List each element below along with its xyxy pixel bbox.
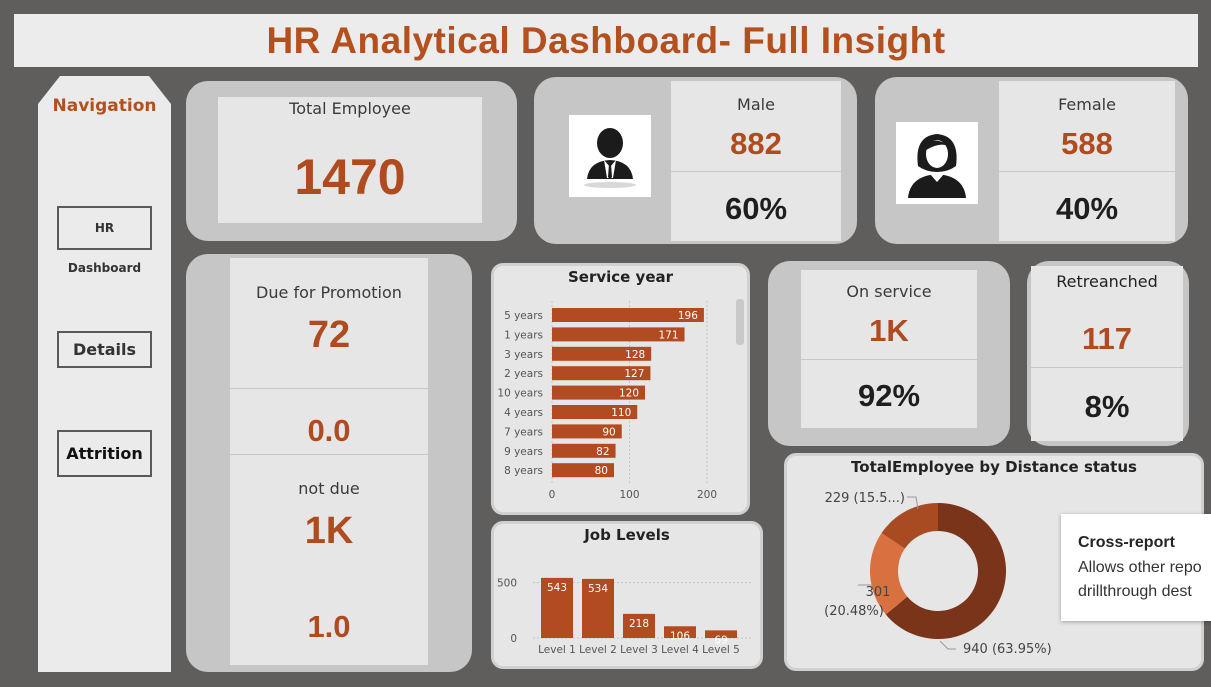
retrenched-percent: 8% bbox=[1084, 389, 1130, 424]
details-button[interactable]: Details bbox=[57, 331, 152, 368]
service-year-bar-value: 171 bbox=[658, 329, 678, 341]
tooltip-body: Allows other repo drillthrough dest bbox=[1078, 559, 1202, 600]
navigation-title: Navigation bbox=[52, 96, 157, 116]
promotion-divider-1 bbox=[230, 388, 428, 389]
navigation-panel bbox=[38, 76, 171, 672]
due-promotion-ratio: 0.0 bbox=[307, 413, 351, 448]
distance-donut-leader bbox=[939, 640, 956, 650]
service-year-x-tick: 200 bbox=[697, 489, 717, 501]
job-levels-bar-value: 534 bbox=[588, 583, 608, 595]
male-label: Male bbox=[737, 95, 775, 114]
distance-donut-label: (20.48%) bbox=[824, 604, 884, 619]
service-year-bar-value: 82 bbox=[596, 446, 609, 458]
male-percent: 60% bbox=[724, 191, 788, 226]
service-year-bar-value: 127 bbox=[624, 368, 644, 380]
service-year-x-tick: 0 bbox=[549, 489, 556, 501]
total-employee-label: Total Employee bbox=[289, 99, 411, 118]
job-levels-chart: 0 500 543 Level 1 534 Level 2 218 Level 3 106 Lev… bbox=[497, 578, 753, 656]
service-year-category-label: 1 years bbox=[504, 329, 543, 341]
job-levels-bar-value: 543 bbox=[547, 582, 567, 594]
due-promotion-value: 72 bbox=[307, 314, 351, 356]
female-avatar-icon bbox=[896, 122, 978, 204]
service-year-category-label: 4 years bbox=[504, 407, 543, 419]
total-employee-value: 1470 bbox=[294, 149, 406, 205]
retrenched-value: 117 bbox=[1081, 321, 1132, 356]
retrenched-divider bbox=[1031, 367, 1183, 368]
service-year-bar-value: 128 bbox=[625, 349, 645, 361]
retrenched-label: Retreanched bbox=[1056, 272, 1158, 291]
male-count: 882 bbox=[730, 126, 782, 161]
not-due-label: not due bbox=[298, 479, 360, 498]
on-service-label: On service bbox=[846, 282, 932, 301]
male-divider bbox=[671, 171, 841, 172]
service-year-bar-value: 120 bbox=[619, 388, 639, 400]
male-avatar-icon bbox=[569, 115, 651, 197]
on-service-percent: 92% bbox=[857, 378, 921, 413]
job-levels-category-label: Level 3 bbox=[620, 644, 658, 656]
service-year-category-label: 7 years bbox=[504, 426, 543, 438]
job-levels-category-label: Level 5 bbox=[702, 644, 740, 656]
service-year-x-tick: 100 bbox=[619, 489, 639, 501]
female-divider bbox=[999, 171, 1175, 172]
attrition-button[interactable]: Attrition bbox=[57, 430, 152, 477]
female-percent: 40% bbox=[1055, 191, 1119, 226]
service-year-bar-value: 110 bbox=[611, 407, 631, 419]
dashboard-header: HR Analytical Dashboard- Full Insight bbox=[14, 14, 1198, 67]
tooltip-title: Cross-report bbox=[1078, 534, 1175, 551]
service-year-category-label: 3 years bbox=[504, 349, 543, 361]
on-service-divider bbox=[801, 359, 977, 360]
job-levels-y-tick: 500 bbox=[497, 578, 517, 590]
service-year-chart: 0 100 200 5 years 196 1 years 171 3 years 128 2 y… bbox=[497, 301, 717, 501]
service-year-bar-value: 196 bbox=[678, 310, 698, 322]
job-levels-bar-value: 218 bbox=[629, 618, 649, 630]
service-year-category-label: 10 years bbox=[497, 388, 543, 400]
promotion-divider-2 bbox=[230, 454, 428, 455]
job-levels-bar-value: 106 bbox=[670, 630, 690, 642]
service-year-category-label: 9 years bbox=[504, 446, 543, 458]
not-due-ratio: 1.0 bbox=[307, 609, 351, 644]
job-levels-category-label: Level 4 bbox=[661, 644, 699, 656]
on-service-value: 1K bbox=[869, 313, 909, 348]
service-year-bar-value: 90 bbox=[602, 426, 615, 438]
service-year-category-label: 8 years bbox=[504, 465, 543, 477]
cross-report-tooltip: Cross-report Allows other repo drillthro… bbox=[1061, 514, 1211, 621]
distance-donut-label: 940 (63.95%) bbox=[963, 642, 1052, 657]
page-title: HR Analytical Dashboard- Full Insight bbox=[266, 20, 946, 61]
job-levels-category-label: Level 1 bbox=[538, 644, 576, 656]
service-year-category-label: 2 years bbox=[504, 368, 543, 380]
not-due-value: 1K bbox=[304, 510, 354, 552]
due-promotion-label: Due for Promotion bbox=[256, 283, 402, 302]
service-year-bar-value: 80 bbox=[595, 465, 608, 477]
hr-dashboard-button[interactable]: HR Dashboard bbox=[57, 206, 152, 275]
service-year-category-label: 5 years bbox=[504, 310, 543, 322]
distance-donut-label: 229 (15.5...) bbox=[825, 491, 905, 506]
distance-donut-label: 301 bbox=[866, 585, 891, 600]
female-count: 588 bbox=[1061, 126, 1113, 161]
job-levels-y-tick: 0 bbox=[510, 633, 517, 645]
female-label: Female bbox=[1058, 95, 1116, 114]
job-levels-category-label: Level 2 bbox=[579, 644, 617, 656]
